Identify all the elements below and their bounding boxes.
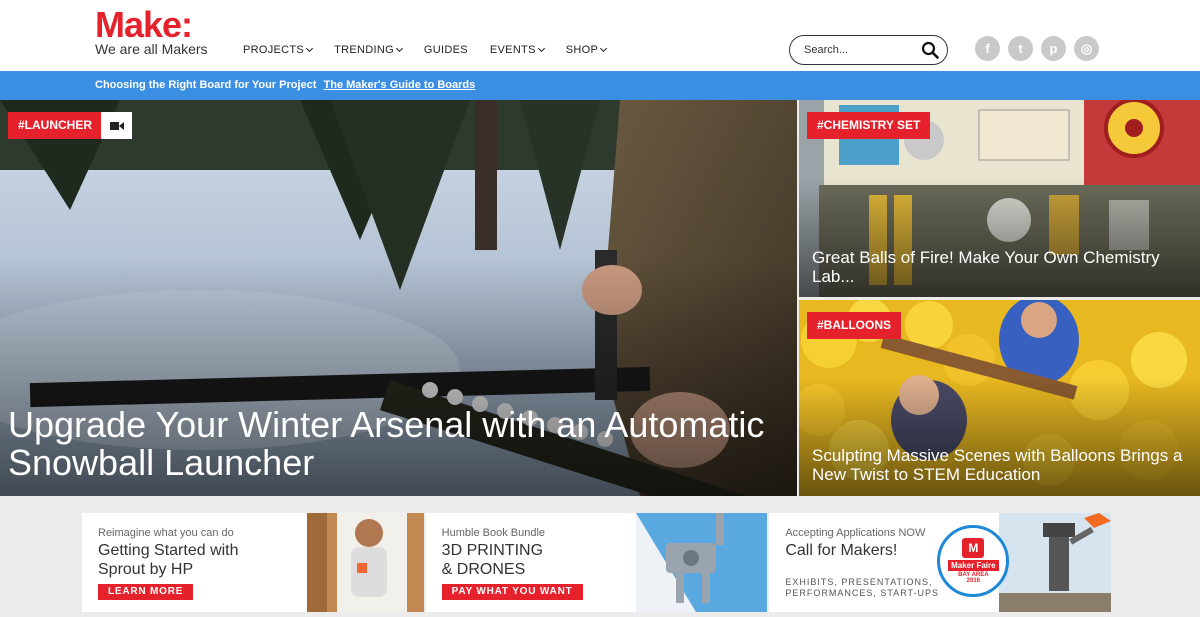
ad-sprout[interactable]: Reimagine what you can do Getting Starte… [82, 513, 424, 612]
chevron-down-icon [537, 44, 545, 53]
nav-events[interactable]: EVENTS [489, 44, 545, 56]
facebook-icon[interactable]: f [975, 36, 1000, 61]
balloons-tag[interactable]: #BALLOONS [807, 312, 902, 339]
maker-faire-badge: M Maker Faire BAY AREA 2016 [937, 525, 1010, 597]
nav-guides[interactable]: GUIDES [424, 44, 468, 56]
promo-link[interactable]: The Maker's Guide to Boards [324, 79, 476, 91]
ad-humble-eyebrow: Humble Book Bundle [441, 527, 546, 539]
side-story-balloons[interactable]: #BALLOONS Sculpting Massive Scenes with … [799, 300, 1200, 496]
chevron-down-icon [600, 44, 608, 53]
chevron-down-icon [306, 44, 314, 53]
make-logo[interactable]: Make: We are all Makers [95, 4, 208, 58]
ad-humble[interactable]: Humble Book Bundle 3D PRINTING & DRONES … [425, 513, 768, 612]
chemistry-tag[interactable]: #CHEMISTRY SET [807, 112, 931, 139]
logo-wordmark: Make: [95, 4, 193, 45]
site-header: Make: We are all Makers PROJECTS TRENDIN… [0, 0, 1200, 71]
chevron-down-icon [395, 44, 403, 53]
main-nav: PROJECTS TRENDING GUIDES EVENTS SHOP [243, 44, 628, 56]
side-story-chemistry[interactable]: #CHEMISTRY SET Great Balls of Fire! Make… [799, 100, 1200, 297]
maker-faire-badge-name: Maker Faire [948, 560, 999, 571]
sprout-ad-image [307, 513, 424, 612]
hero-story[interactable]: #LAUNCHER Upgrade Your Winter Arsenal wi… [0, 100, 797, 496]
nav-events-label: EVENTS [489, 44, 536, 56]
social-links: f t p ◎ [975, 36, 1099, 61]
humble-ad-image [635, 513, 768, 612]
maker-faire-ad-image [999, 513, 1112, 612]
nav-shop[interactable]: SHOP [565, 44, 608, 56]
chemistry-title[interactable]: Great Balls of Fire! Make Your Own Chemi… [812, 248, 1192, 286]
promo-bar: Choosing the Right Board for Your Projec… [0, 71, 1200, 100]
video-camera-icon [101, 112, 132, 139]
hero-title[interactable]: Upgrade Your Winter Arsenal with an Auto… [8, 406, 768, 482]
nav-trending[interactable]: TRENDING [334, 44, 403, 56]
ad-row: Reimagine what you can do Getting Starte… [82, 513, 1112, 612]
ad-maker-faire-eyebrow: Accepting Applications NOW [785, 527, 926, 539]
ad-sprout-title: Getting Started with Sprout by HP [98, 542, 239, 578]
hero-tag[interactable]: #LAUNCHER [8, 112, 101, 139]
search-input[interactable] [804, 41, 914, 59]
search-icon[interactable] [921, 41, 939, 59]
nav-guides-label: GUIDES [423, 44, 468, 56]
ad-maker-faire[interactable]: Accepting Applications NOW Call for Make… [769, 513, 1112, 612]
learn-more-button[interactable]: LEARN MORE [98, 584, 194, 600]
nav-trending-label: TRENDING [334, 44, 394, 56]
hero-tag-group: #LAUNCHER [8, 112, 132, 139]
promo-text: Choosing the Right Board for Your Projec… [95, 79, 317, 91]
ad-humble-title: 3D PRINTING & DRONES [441, 542, 544, 578]
maker-faire-robot-icon: M [962, 538, 985, 558]
logo-tagline: We are all Makers [95, 41, 208, 57]
pinterest-icon[interactable]: p [1041, 36, 1066, 61]
search-box [789, 35, 948, 65]
nav-projects[interactable]: PROJECTS [243, 44, 314, 56]
pay-what-you-want-button[interactable]: PAY WHAT YOU WANT [441, 584, 583, 600]
ad-maker-faire-details: EXHIBITS, PRESENTATIONS, PERFORMANCES, S… [785, 577, 940, 598]
instagram-icon[interactable]: ◎ [1074, 36, 1099, 61]
nav-projects-label: PROJECTS [243, 44, 305, 56]
twitter-icon[interactable]: t [1008, 36, 1033, 61]
maker-faire-badge-year: 2016 [966, 578, 981, 584]
promo-message: Choosing the Right Board for Your Projec… [95, 79, 475, 91]
ad-sprout-eyebrow: Reimagine what you can do [98, 527, 234, 539]
nav-shop-label: SHOP [565, 44, 599, 56]
balloons-title[interactable]: Sculpting Massive Scenes with Balloons B… [812, 446, 1192, 484]
